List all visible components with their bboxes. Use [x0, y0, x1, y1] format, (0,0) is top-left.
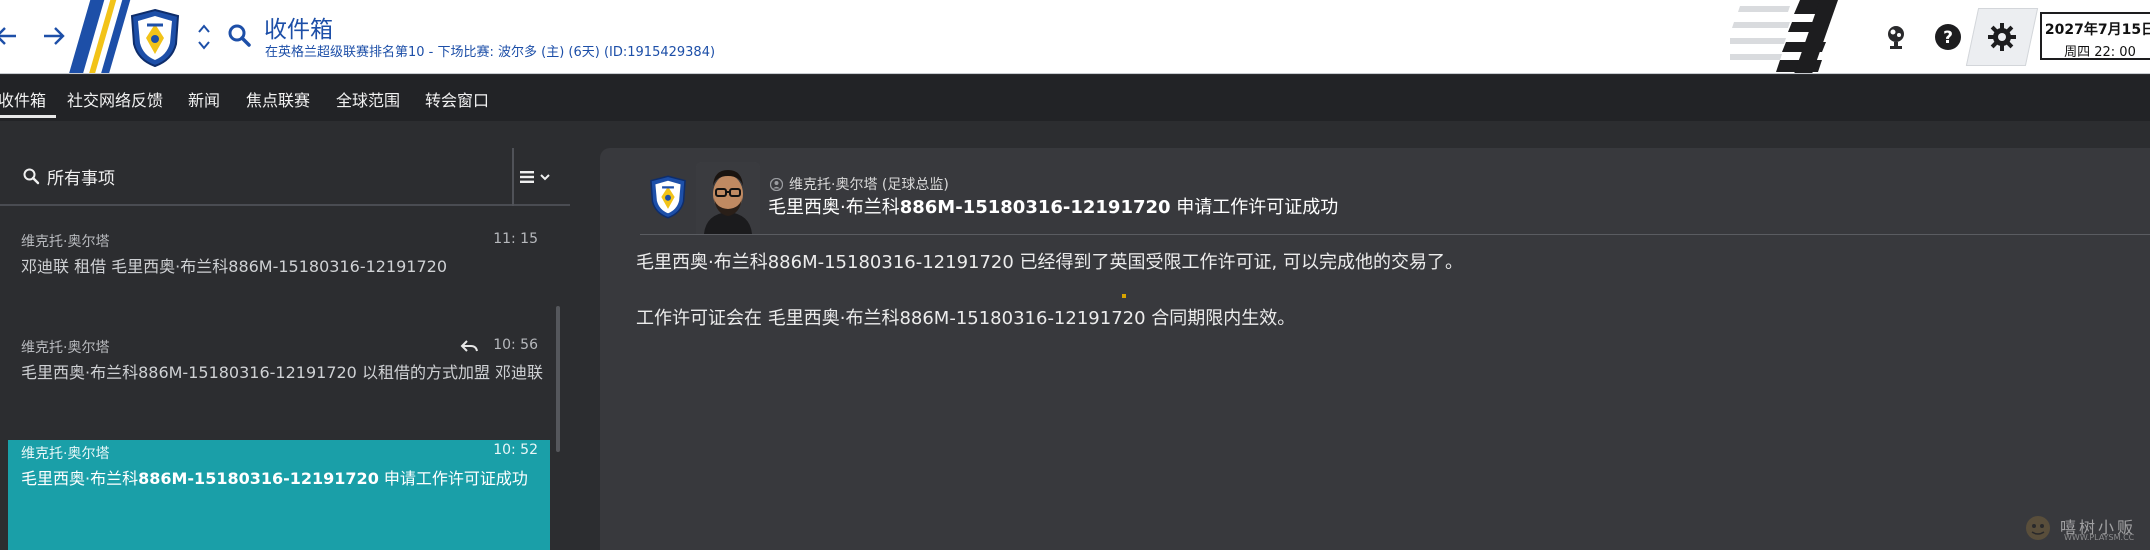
message-item[interactable]: 维克托·奥尔塔 11: 15 邓迪联 租借 毛里西奥·布兰科886M-15180…	[8, 226, 550, 296]
message-time: 10: 52	[493, 442, 538, 458]
tab-global[interactable]: 全球范围	[336, 87, 400, 111]
subject-player-id: 886M-15180316-12191720	[899, 197, 1171, 218]
message-sender: 维克托·奥尔塔	[21, 340, 110, 356]
filter-label: 所有事项	[47, 169, 115, 189]
current-time: 周四 22: 00	[2064, 45, 2136, 60]
message-filter[interactable]: 所有事项	[0, 148, 570, 206]
watermark-logo-icon	[2026, 516, 2050, 540]
message-subject: 邓迪联 租借 毛里西奥·布兰科886M-15180316-12191720	[21, 257, 448, 276]
message-sender: 维克托·奥尔塔	[21, 234, 110, 250]
date-time-display[interactable]: 2027年7月15日 周四 22: 00	[2040, 12, 2150, 60]
message-body-paragraph: 工作许可证会在 毛里西奥·布兰科886M-15180316-12191720 合…	[636, 308, 1296, 329]
chevron-down-icon[interactable]	[196, 38, 212, 52]
page-title: 收件箱	[264, 17, 333, 43]
current-date: 2027年7月15日	[2044, 22, 2150, 38]
message-from[interactable]: 维克托·奥尔塔 (足球总监)	[770, 174, 949, 194]
page-subtitle[interactable]: 在英格兰超级联赛排名第10 - 下场比赛: 波尔多 (主) (6天) (ID:1…	[265, 41, 715, 60]
back-arrow-icon[interactable]	[0, 18, 24, 54]
subject-player-name: 毛里西奥·布兰科	[21, 469, 139, 488]
top-header: 收件箱 在英格兰超级联赛排名第10 - 下场比赛: 波尔多 (主) (6天) (…	[0, 0, 2150, 74]
reply-icon	[460, 340, 478, 352]
chevron-up-icon[interactable]	[196, 22, 212, 36]
divider	[512, 148, 514, 206]
message-time: 11: 15	[493, 231, 538, 247]
message-subject: 毛里西奥·布兰科886M-15180316-12191720 以租借的方式加盟 …	[21, 363, 544, 382]
gear-icon	[1988, 23, 2016, 51]
header-stripes-decoration	[1730, 0, 1838, 73]
tab-news[interactable]: 新闻	[188, 87, 220, 111]
settings-button[interactable]	[1965, 8, 2039, 66]
tab-inbox[interactable]: 收件箱	[0, 87, 46, 111]
message-sender: 维克托·奥尔塔	[21, 446, 110, 462]
svg-text:?: ?	[1943, 28, 1953, 48]
message-subject: 毛里西奥·布兰科886M-15180316-12191720 申请工作许可证成功	[21, 465, 528, 489]
search-icon[interactable]	[226, 22, 252, 48]
message-time: 10: 56	[493, 337, 538, 353]
filter-menu-button[interactable]	[520, 164, 560, 190]
message-list-scrollbar[interactable]	[556, 306, 560, 452]
message-subject-title: 毛里西奥·布兰科886M-15180316-12191720 申请工作许可证成功	[768, 193, 1338, 219]
active-tab-indicator	[0, 115, 56, 118]
tab-bar: 收件箱 社交网络反馈 新闻 焦点联赛 全球范围 转会窗口	[0, 75, 2150, 121]
club-crest-icon[interactable]	[128, 8, 182, 68]
sender-name-role: 维克托·奥尔塔 (足球总监)	[789, 177, 949, 193]
subject-player-name: 毛里西奥·布兰科	[768, 197, 900, 218]
subject-text: 申请工作许可证成功	[1170, 197, 1339, 218]
subject-player-id: 886M-15180316-12191720	[138, 469, 379, 488]
subject-text: 申请工作许可证成功	[378, 469, 528, 488]
message-item[interactable]: 维克托·奥尔塔 10: 56 毛里西奥·布兰科886M-15180316-121…	[8, 332, 550, 402]
watermark-url: WWW.PLAYSM.CC	[2064, 533, 2135, 542]
trophy-icon[interactable]	[1880, 21, 1912, 53]
message-body-paragraph: 毛里西奥·布兰科886M-15180316-12191720 已经得到了英国受限…	[636, 252, 1463, 273]
list-menu-icon	[520, 171, 534, 183]
club-crest-icon	[650, 175, 686, 219]
message-item-selected[interactable]: 维克托·奥尔塔 10: 52 毛里西奥·布兰科886M-15180316-121…	[8, 440, 550, 550]
site-watermark: 嘻树小贩 WWW.PLAYSM.CC	[2018, 510, 2150, 546]
message-detail-panel: 维克托·奥尔塔 (足球总监) 毛里西奥·布兰科886M-15180316-121…	[600, 148, 2150, 550]
tab-transfer-window[interactable]: 转会窗口	[425, 87, 489, 111]
search-icon	[23, 168, 40, 185]
tab-focus-leagues[interactable]: 焦点联赛	[246, 87, 310, 111]
help-icon[interactable]: ?	[1932, 21, 1964, 53]
divider	[640, 234, 2150, 235]
tab-social-feed[interactable]: 社交网络反馈	[67, 87, 163, 111]
chevron-down-icon	[540, 174, 550, 181]
sender-avatar[interactable]	[696, 162, 760, 234]
cursor-marker	[1122, 294, 1126, 298]
user-icon	[770, 177, 783, 191]
